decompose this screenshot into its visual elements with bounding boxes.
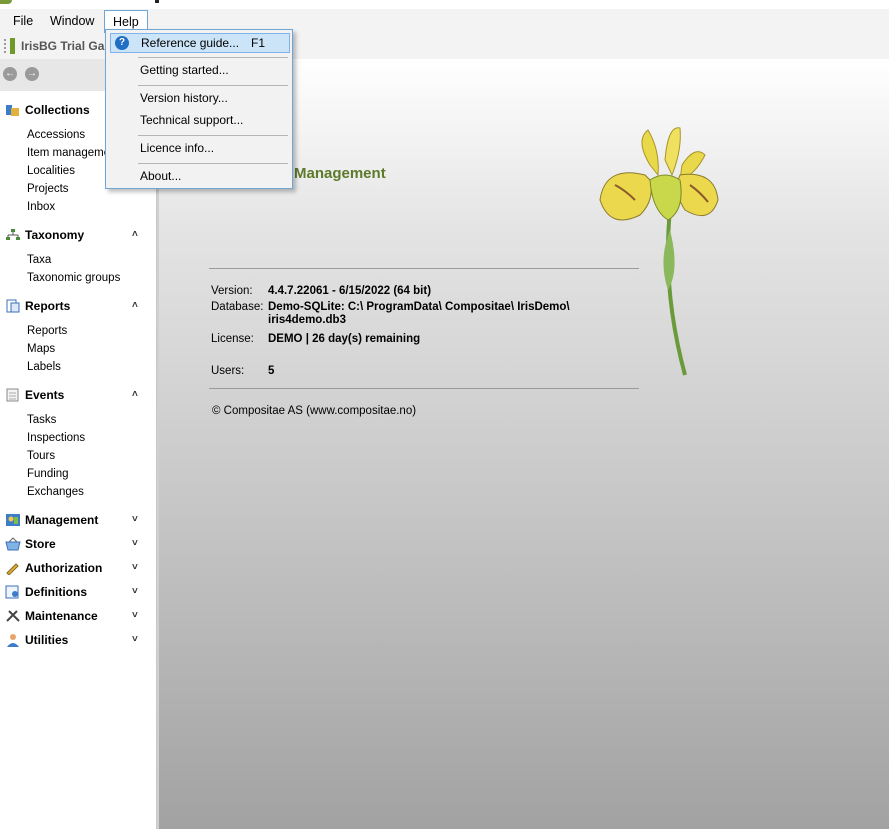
section-store[interactable]: Store ˅ — [0, 534, 156, 554]
license-label: License: — [211, 333, 254, 345]
chevron-down-icon[interactable]: ˅ — [132, 510, 138, 530]
chevron-down-icon[interactable]: ˅ — [132, 630, 138, 650]
menu-item-label: About... — [140, 169, 182, 183]
help-question-icon: ? — [115, 36, 129, 50]
menu-item-about[interactable]: About... — [110, 166, 288, 186]
section-taxonomy[interactable]: Taxonomy ˄ — [0, 225, 156, 245]
sidebar-item-item-management[interactable]: Item manageme — [27, 144, 110, 162]
sidebar-item-accessions[interactable]: Accessions — [27, 126, 85, 144]
section-authorization[interactable]: Authorization ˅ — [0, 558, 156, 578]
section-utilities[interactable]: Utilities ˅ — [0, 630, 156, 650]
toolbar-grip-icon[interactable] — [4, 39, 8, 53]
maintenance-tools-icon — [5, 609, 21, 623]
chevron-up-icon[interactable]: ˄ — [132, 296, 138, 316]
menu-item-technical-support[interactable]: Technical support... — [110, 110, 288, 130]
section-management[interactable]: Management ˅ — [0, 510, 156, 530]
sidebar-item-exchanges[interactable]: Exchanges — [27, 483, 84, 501]
authorization-pen-icon — [5, 561, 21, 576]
utilities-user-icon — [5, 633, 21, 647]
license-value: DEMO | 26 day(s) remaining — [268, 333, 421, 345]
help-menu-dropdown: ? Reference guide... F1 Getting started.… — [105, 29, 293, 189]
chevron-down-icon[interactable]: ˅ — [132, 558, 138, 578]
sidebar-item-taxonomic-groups[interactable]: Taxonomic groups — [27, 269, 120, 287]
sidebar-item-labels[interactable]: Labels — [27, 358, 61, 376]
section-reports[interactable]: Reports ˄ — [0, 296, 156, 316]
divider-bottom — [209, 388, 639, 389]
menu-item-licence-info[interactable]: Licence info... — [110, 138, 288, 158]
sidebar-item-maps[interactable]: Maps — [27, 340, 55, 358]
chevron-up-icon[interactable]: ˄ — [132, 385, 138, 405]
menu-separator — [138, 163, 288, 164]
section-label: Definitions — [25, 585, 87, 599]
section-definitions[interactable]: Definitions ˅ — [0, 582, 156, 602]
calendar-icon — [5, 388, 21, 402]
sidebar-item-inbox[interactable]: Inbox — [27, 198, 55, 216]
menu-item-label: Technical support... — [140, 113, 244, 127]
chevron-down-icon[interactable]: ˅ — [132, 606, 138, 626]
sidebar-item-projects[interactable]: Projects — [27, 180, 69, 198]
back-arrow-icon[interactable]: ← — [3, 67, 17, 81]
menu-separator — [138, 135, 288, 136]
menu-window[interactable]: Window — [42, 9, 102, 33]
menu-item-label: Licence info... — [140, 141, 215, 155]
section-label: Management — [25, 513, 99, 527]
section-label: Collections — [25, 103, 90, 117]
toolbar-title[interactable]: IrisBG Trial Ga — [21, 33, 104, 59]
chevron-up-icon[interactable]: ˄ — [132, 225, 138, 245]
section-events[interactable]: Events ˄ — [0, 385, 156, 405]
collections-icon — [5, 103, 21, 117]
sidebar-item-taxa[interactable]: Taxa — [27, 251, 51, 269]
copyright-text: © Compositae AS (www.compositae.no) — [212, 405, 417, 417]
chevron-down-icon[interactable]: ˅ — [132, 582, 138, 602]
menu-file[interactable]: File — [5, 9, 41, 33]
section-label: Utilities — [25, 633, 69, 647]
management-icon — [5, 513, 21, 527]
app-logo-fragment — [0, 0, 12, 4]
database-label: Database: — [211, 301, 264, 313]
users-value: 5 — [268, 365, 275, 377]
section-label: Taxonomy — [25, 228, 85, 242]
section-maintenance[interactable]: Maintenance ˅ — [0, 606, 156, 626]
version-value: 4.4.7.22061 - 6/15/2022 (64 bit) — [268, 285, 432, 297]
menu-item-label: Version history... — [140, 91, 228, 105]
section-label: Maintenance — [25, 609, 98, 623]
menu-item-reference-guide[interactable]: ? Reference guide... F1 — [110, 33, 290, 53]
section-label: Events — [25, 388, 65, 402]
shortcut-label: F1 — [251, 36, 266, 50]
divider-top — [209, 268, 639, 269]
section-label: Reports — [25, 299, 71, 313]
forward-arrow-icon[interactable]: → — [25, 67, 39, 81]
chevron-down-icon[interactable]: ˅ — [132, 534, 138, 554]
toolbar-accent-icon — [10, 38, 15, 54]
menu-item-label: Reference guide... — [141, 36, 240, 50]
store-basket-icon — [5, 537, 21, 551]
version-label: Version: — [211, 285, 253, 297]
taxonomy-tree-icon — [5, 228, 21, 242]
sidebar-item-tasks[interactable]: Tasks — [27, 411, 56, 429]
section-label: Authorization — [25, 561, 103, 575]
sidebar-item-inspections[interactable]: Inspections — [27, 429, 85, 447]
definitions-icon — [5, 585, 21, 599]
menu-separator — [138, 85, 288, 86]
title-fragment — [155, 0, 159, 3]
app-title: Management — [294, 165, 386, 182]
database-value-line1: Demo-SQLite: C:\ ProgramData\ Compositae… — [268, 301, 570, 313]
users-label: Users: — [211, 365, 245, 377]
database-value-line2: iris4demo.db3 — [268, 314, 346, 326]
menu-item-getting-started[interactable]: Getting started... — [110, 60, 288, 80]
sidebar-item-funding[interactable]: Funding — [27, 465, 69, 483]
sidebar-item-tours[interactable]: Tours — [27, 447, 55, 465]
sidebar-item-reports[interactable]: Reports — [27, 322, 67, 340]
menu-item-label: Getting started... — [140, 63, 229, 77]
menu-separator — [138, 57, 288, 58]
iris-flower-illustration — [599, 127, 719, 376]
sidebar-item-localities[interactable]: Localities — [27, 162, 75, 180]
menu-item-version-history[interactable]: Version history... — [110, 88, 288, 108]
reports-icon — [5, 299, 21, 313]
section-label: Store — [25, 537, 56, 551]
window-top-strip — [0, 0, 889, 9]
